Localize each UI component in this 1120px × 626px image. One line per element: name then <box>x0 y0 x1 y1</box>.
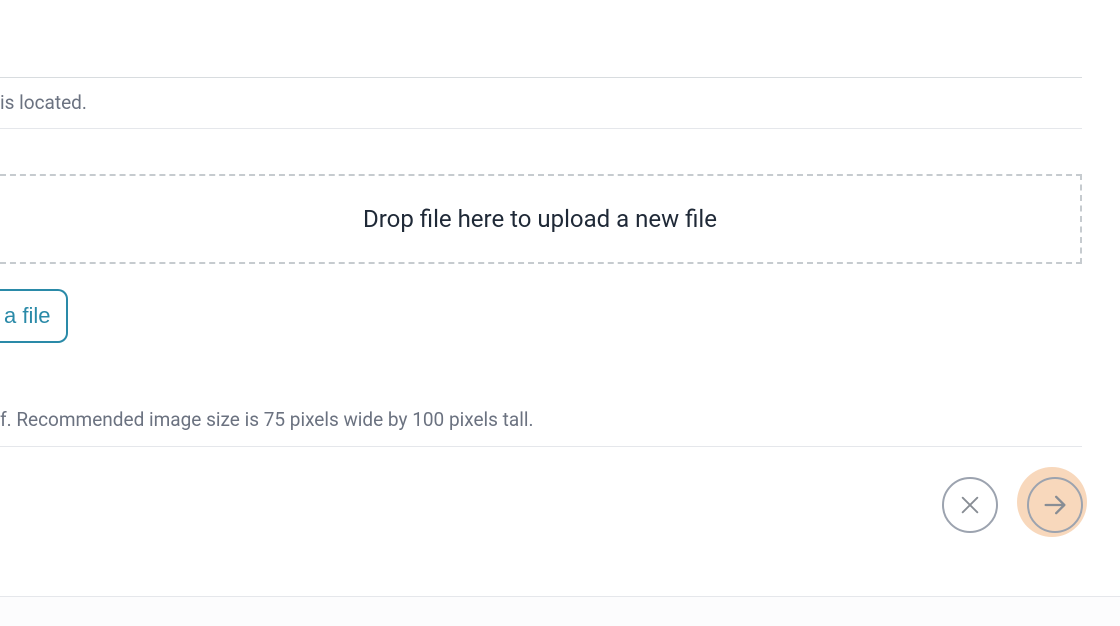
select-file-label-fragment: a file <box>0 303 50 329</box>
select-file-button[interactable]: a file <box>0 289 68 343</box>
page-background <box>0 597 1120 626</box>
close-icon <box>959 494 981 516</box>
description-text-fragment: is located. <box>0 91 87 114</box>
divider <box>0 77 1082 78</box>
footer-button-group <box>942 470 1090 540</box>
next-button[interactable] <box>1027 477 1083 533</box>
footer-bar <box>0 490 1120 596</box>
helper-text-fragment: f. Recommended image size is 75 pixels w… <box>0 408 533 431</box>
divider <box>0 446 1082 447</box>
next-button-highlight-wrapper <box>1020 470 1090 540</box>
dropzone-label: Drop file here to upload a new file <box>363 205 717 233</box>
file-dropzone[interactable]: Drop file here to upload a new file <box>0 174 1082 264</box>
divider <box>0 128 1082 129</box>
arrow-right-icon <box>1041 491 1069 519</box>
cancel-button[interactable] <box>942 477 998 533</box>
upload-form-section: is located. Drop file here to upload a n… <box>0 0 1120 626</box>
